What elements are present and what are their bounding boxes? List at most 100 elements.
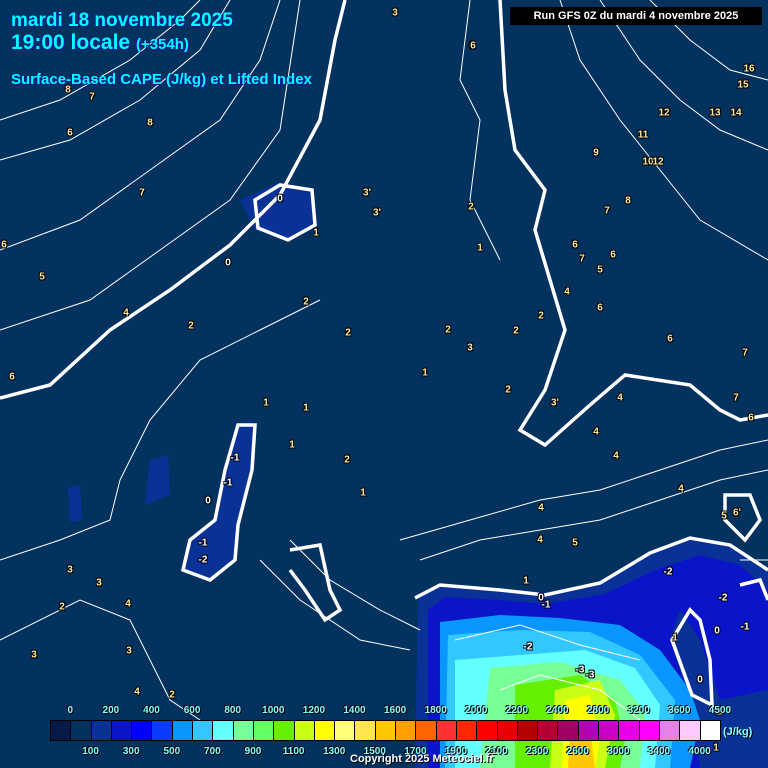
- contour-label: 0: [697, 674, 703, 686]
- legend-swatch: [375, 721, 397, 740]
- contour-label: 7: [604, 205, 610, 217]
- legend-swatch: [396, 721, 417, 740]
- legend-label: 1600: [383, 705, 407, 716]
- contour-label: 12: [652, 156, 664, 168]
- contour-label: 2: [468, 201, 474, 213]
- cape-area-blob-sea1: [145, 455, 170, 505]
- contour-label: 1: [477, 242, 483, 254]
- contour-label: 2: [513, 325, 519, 337]
- cape-field: [0, 0, 768, 768]
- contour-label: -1: [230, 452, 240, 464]
- contour-label: 6: [667, 333, 673, 345]
- contour-label: -3: [585, 669, 595, 681]
- legend-swatch: [436, 721, 457, 740]
- legend-label: 3400: [647, 746, 671, 757]
- legend-swatch: [193, 721, 214, 740]
- legend-label: 100: [82, 746, 99, 757]
- contour-label: 6: [67, 127, 73, 139]
- legend-swatch: [578, 721, 600, 740]
- legend-label: 3600: [668, 705, 691, 716]
- contour-label: -2: [523, 641, 533, 653]
- legend-label: 2400: [546, 705, 569, 716]
- forecast-offset: (+354h): [135, 36, 189, 53]
- legend-swatch: [111, 721, 133, 740]
- legend-label: 3000: [607, 746, 630, 757]
- contour-label: 2: [188, 320, 194, 332]
- legend-label: 2600: [566, 746, 589, 757]
- legend-label: 400: [143, 705, 160, 716]
- contour-label: 6: [597, 302, 603, 314]
- legend-label: 2000: [465, 705, 488, 716]
- contour-label: 3': [363, 187, 371, 199]
- legend-label: 800: [224, 705, 242, 716]
- contour-label: 5: [39, 271, 45, 283]
- contour-label: 16: [743, 63, 755, 75]
- contour-label: 6: [610, 249, 616, 261]
- legend-swatch: [233, 721, 254, 740]
- run-info: Run GFS 0Z du mardi 4 novembre 2025: [510, 7, 762, 25]
- contour-label: 6: [748, 412, 754, 424]
- contour-label: 7: [733, 392, 739, 404]
- contour-label: 6': [733, 507, 741, 519]
- contour-label: 5: [721, 510, 727, 522]
- legend-swatch: [659, 721, 681, 740]
- legend-swatch: [517, 721, 539, 740]
- legend-swatch: [700, 721, 720, 740]
- contour-label: 15: [737, 79, 749, 91]
- contour-label: 3: [67, 564, 73, 576]
- contour-label: 2: [344, 454, 350, 466]
- contour-label: 4: [613, 450, 619, 462]
- contour-label: 4: [125, 598, 131, 610]
- contour-label: 4: [537, 534, 543, 546]
- contour-label: 1: [313, 227, 319, 239]
- legend-label: 2300: [526, 746, 549, 757]
- contour-label: 3': [373, 207, 381, 219]
- legend-swatch: [172, 721, 194, 740]
- contour-label: 2: [169, 689, 175, 701]
- contour-label: 2: [445, 324, 451, 336]
- legend-label: 1200: [302, 705, 326, 716]
- contour-label: 5: [572, 537, 578, 549]
- contour-label: 3: [31, 649, 37, 661]
- contour-label: 4: [593, 426, 599, 438]
- contour-label: 5: [597, 264, 603, 276]
- contour-label: 0: [714, 625, 720, 637]
- legend-label: 1000: [262, 705, 285, 716]
- contour-label: 0: [225, 257, 231, 269]
- legend-label: 1800: [424, 705, 447, 716]
- forecast-date: mardi 18 novembre 2025: [11, 10, 233, 31]
- contour-label: 14: [730, 107, 742, 119]
- forecast-time: 19:00 locale (+354h): [11, 31, 189, 55]
- contour-label: 1: [263, 397, 269, 409]
- legend-unit: (J/kg): [723, 726, 753, 738]
- legend-label: 0: [67, 705, 74, 716]
- contour-label: 6: [1, 239, 7, 251]
- contour-label: 6: [470, 40, 476, 52]
- contour-label: -1: [223, 477, 233, 489]
- legend-swatch: [477, 721, 498, 740]
- legend-label: 200: [102, 705, 120, 716]
- legend-swatch: [456, 721, 478, 740]
- time-label: 19:00 locale: [11, 31, 131, 54]
- legend-label: 700: [204, 746, 221, 757]
- legend-swatch: [619, 721, 640, 740]
- legend-swatch: [497, 721, 518, 740]
- legend-swatch: [274, 721, 295, 740]
- contour-label: 2: [345, 327, 351, 339]
- contour-label: 0: [277, 193, 283, 205]
- legend-label: 300: [122, 746, 140, 757]
- contour-label: 1: [303, 402, 309, 414]
- contour-label: 7: [579, 253, 585, 265]
- legend-swatch: [355, 721, 376, 740]
- contour-label: 3: [96, 577, 102, 589]
- legend-swatch: [639, 721, 660, 740]
- cape-color-legend: [50, 720, 721, 741]
- legend-label: 1100: [282, 746, 305, 757]
- contour-label: 4: [678, 483, 684, 495]
- contour-label: 2: [59, 601, 65, 613]
- legend-swatch: [213, 721, 234, 740]
- contour-label: 4: [134, 686, 140, 698]
- contour-label: 1: [523, 575, 529, 587]
- parameter-title: Surface-Based CAPE (J/kg) et Lifted Inde…: [11, 71, 312, 88]
- legend-swatch: [416, 721, 437, 740]
